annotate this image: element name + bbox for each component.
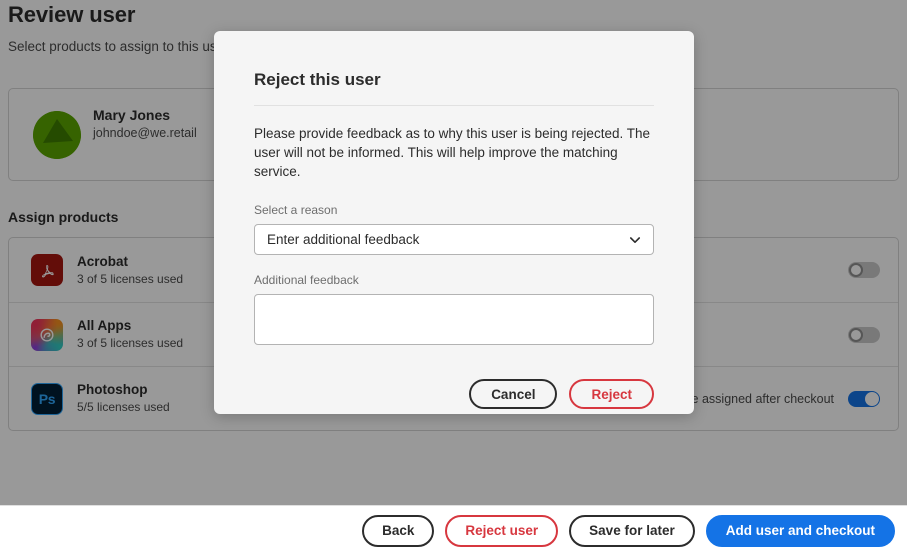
reason-select-value: Enter additional feedback	[267, 232, 420, 247]
avatar	[33, 111, 81, 159]
dialog-actions: Cancel Reject	[254, 379, 654, 409]
dialog-divider	[254, 105, 654, 106]
photoshop-icon-label: Ps	[38, 390, 56, 407]
additional-feedback-label: Additional feedback	[254, 273, 359, 287]
reason-select[interactable]: Enter additional feedback	[254, 224, 654, 255]
reject-user-dialog: Reject this user Please provide feedback…	[214, 31, 694, 414]
additional-feedback-input[interactable]	[254, 294, 654, 345]
bottom-action-bar: Back Reject user Save for later Add user…	[0, 505, 907, 555]
add-user-and-checkout-button[interactable]: Add user and checkout	[705, 514, 895, 547]
product-toggle[interactable]	[848, 326, 880, 343]
reason-label: Select a reason	[254, 203, 338, 217]
dialog-title: Reject this user	[254, 70, 381, 89]
user-email: johndoe@we.retail	[93, 126, 197, 140]
user-name: Mary Jones	[93, 107, 171, 123]
cancel-button[interactable]: Cancel	[469, 379, 558, 409]
toggle-knob	[849, 327, 863, 342]
toggle-knob	[849, 263, 863, 277]
reject-button[interactable]: Reject	[569, 379, 654, 409]
back-button[interactable]: Back	[362, 514, 435, 547]
save-for-later-button[interactable]: Save for later	[569, 514, 695, 547]
reason-select-wrap: Enter additional feedback	[254, 224, 654, 255]
chevron-down-icon	[629, 234, 641, 246]
photoshop-icon: Ps	[31, 382, 63, 415]
dialog-description: Please provide feedback as to why this u…	[254, 126, 650, 179]
app-root: Review user Select products to assign to…	[0, 0, 907, 555]
toggle-knob	[865, 391, 879, 406]
page-subtitle: Select products to assign to this user	[8, 39, 229, 54]
section-title-assign-products: Assign products	[8, 209, 119, 225]
product-toggle[interactable]	[848, 262, 880, 278]
acrobat-icon	[31, 254, 63, 286]
all-apps-icon	[31, 318, 63, 351]
page-title: Review user	[8, 2, 136, 27]
product-toggle[interactable]	[848, 390, 880, 407]
reject-user-button[interactable]: Reject user	[445, 514, 559, 547]
